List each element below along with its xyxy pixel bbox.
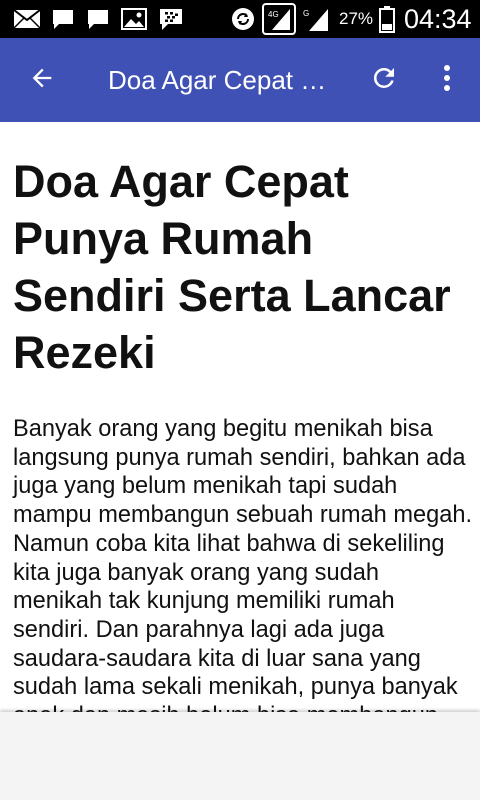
app-bar: Doa Agar Cepat Punya Rumah Sendiri Serta… [0, 38, 480, 122]
article-title: Doa Agar Cepat Punya Rumah Sendiri Serta… [13, 156, 451, 378]
mail-icon [12, 0, 42, 38]
sync-icon [230, 0, 256, 38]
svg-text:G: G [303, 9, 309, 18]
more-vert-icon [442, 64, 452, 97]
battery-icon [378, 0, 396, 38]
chat-icon [50, 0, 76, 38]
refresh-icon [369, 63, 399, 98]
bottom-panel [0, 712, 480, 800]
overflow-menu-button[interactable] [419, 52, 475, 108]
article-content[interactable]: Doa Agar Cepat Punya Rumah Sendiri Serta… [0, 122, 480, 712]
signal-icon: 4G [262, 0, 296, 38]
back-button[interactable] [14, 52, 70, 108]
chat-icon [85, 0, 111, 38]
bbm-icon [157, 0, 185, 38]
status-bar: 4G G 27% 04:34 [0, 0, 480, 38]
signal-icon: G [302, 0, 330, 38]
image-icon [120, 0, 148, 38]
battery-percent: 27% [339, 9, 374, 28]
arrow-back-icon [28, 64, 56, 97]
refresh-button[interactable] [356, 52, 412, 108]
status-time: 04:34 [404, 3, 472, 34]
article-body: Banyak orang yang begitu menikah bisa la… [13, 416, 473, 712]
app-bar-title: Doa Agar Cepat Punya Rumah Sendiri Serta… [108, 65, 342, 95]
svg-text:4G: 4G [268, 10, 279, 19]
